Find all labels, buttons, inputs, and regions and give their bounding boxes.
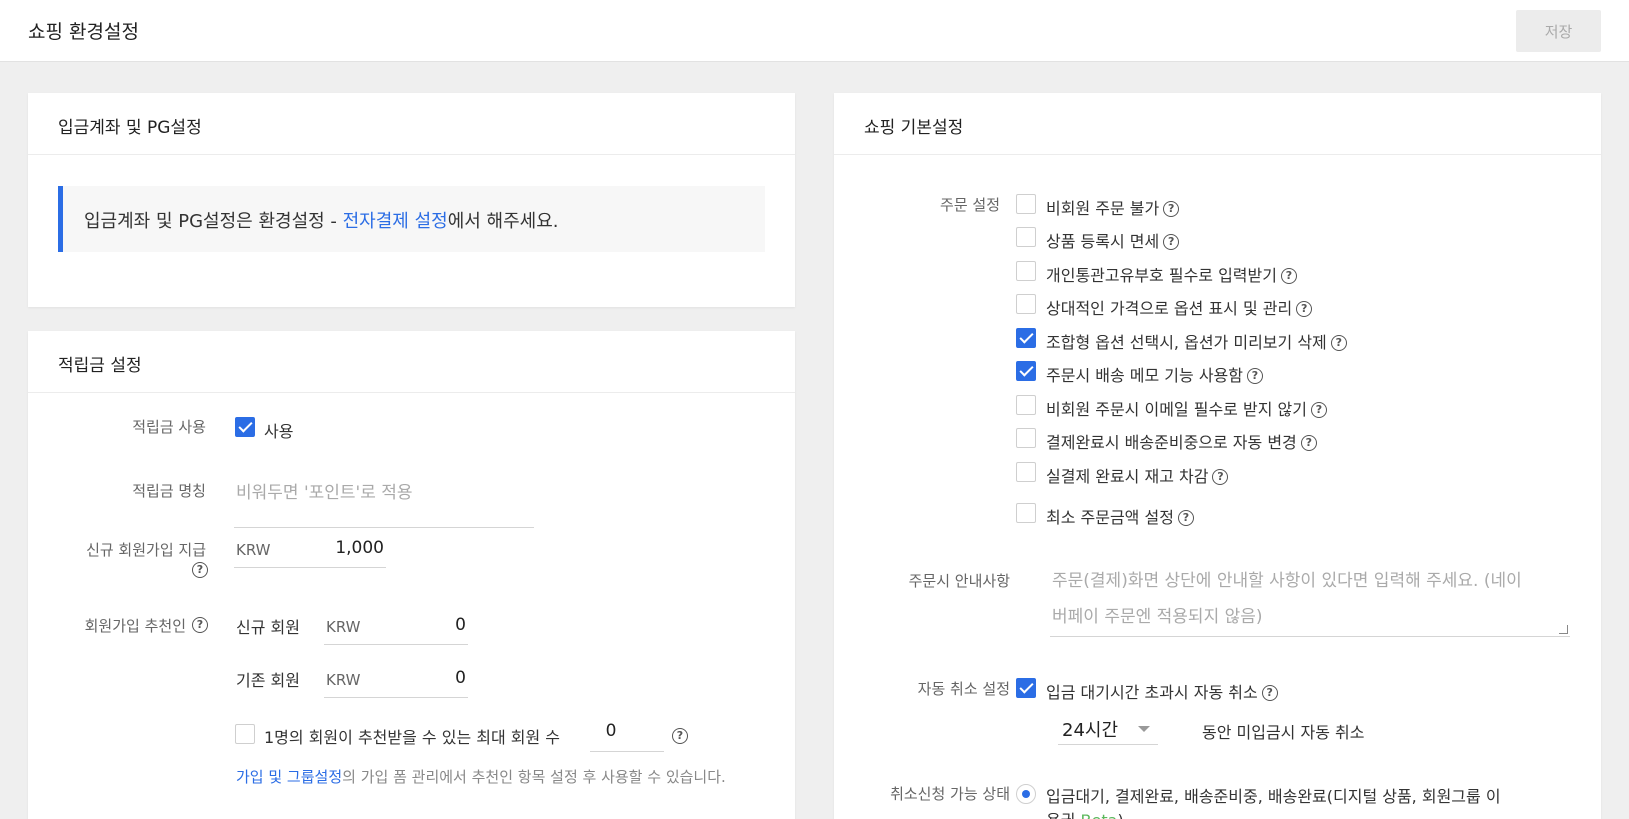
question-circle-icon[interactable]: ? <box>1246 367 1263 384</box>
order-option-label: 최소 주문금액 설정? <box>1046 504 1194 528</box>
point-name-input[interactable]: 비워두면 '포인트'로 적용 <box>236 478 413 503</box>
cancel-status-option-line1: 입금대기, 결제완료, 배송준비중, 배송완료(디지털 상품, 회원그룹 이 <box>1046 787 1501 806</box>
max-referral-checkbox[interactable] <box>235 724 255 744</box>
auto-cancel-suffix: 동안 미입금시 자동 취소 <box>1202 723 1365 742</box>
order-notice-label: 주문시 안내사항 <box>908 572 1010 590</box>
question-circle-icon[interactable]: ? <box>1163 233 1180 250</box>
point-use-checkbox[interactable] <box>235 417 255 437</box>
pg-settings-card: 입금계좌 및 PG설정 입금계좌 및 PG설정은 환경설정 - 전자결제 설정에… <box>28 93 795 307</box>
order-option-checkbox[interactable] <box>1016 294 1036 314</box>
max-referral-help[interactable]: ? <box>668 727 688 745</box>
signup-help[interactable]: ? <box>188 561 208 579</box>
signup-bonus-input[interactable]: 1,000 <box>298 538 384 558</box>
existing-member-input[interactable]: 0 <box>398 668 466 688</box>
order-notice-placeholder-line2: 버페이 주문엔 적용되지 않음) <box>1052 607 1263 627</box>
order-option-label: 실결제 완료시 재고 차감? <box>1046 463 1229 487</box>
order-option-checkbox[interactable] <box>1016 227 1036 247</box>
resize-grip-icon[interactable] <box>1559 625 1568 634</box>
pg-notice: 입금계좌 및 PG설정은 환경설정 - 전자결제 설정에서 해주세요. <box>58 186 765 252</box>
cancel-status-option-line2: 용권 Beta) <box>1046 807 1124 819</box>
referral-footer: 가입 및 그룹설정의 가입 폼 관리에서 추천인 항목 설정 후 사용할 수 있… <box>236 766 726 787</box>
caret-down-icon <box>1138 726 1150 732</box>
save-button[interactable]: 저장 <box>1516 10 1601 52</box>
order-notice-placeholder-line1: 주문(결제)화면 상단에 안내할 사항이 있다면 입력해 주세요. (네이 <box>1052 571 1522 591</box>
order-option-label: 개인통관고유부호 필수로 입력받기? <box>1046 262 1297 286</box>
question-circle-icon[interactable]: ? <box>1300 434 1317 451</box>
auto-cancel-label: 자동 취소 설정 <box>917 680 1010 698</box>
order-option-checkbox[interactable] <box>1016 503 1036 523</box>
question-circle-icon[interactable]: ? <box>672 727 688 744</box>
new-member-input[interactable]: 0 <box>398 615 466 635</box>
order-option-checkbox[interactable] <box>1016 361 1036 381</box>
page-title: 쇼핑 환경설정 <box>28 21 139 43</box>
join-group-settings-link[interactable]: 가입 및 그룹설정 <box>236 768 342 786</box>
new-member-label: 신규 회원 <box>236 618 300 637</box>
existing-member-unit: KRW <box>326 671 361 689</box>
referral-footer-text: 의 가입 폼 관리에서 추천인 항목 설정 후 사용할 수 있습니다. <box>342 768 726 786</box>
shop-card-title: 쇼핑 기본설정 <box>834 93 1601 155</box>
order-option-label: 주문시 배송 메모 기능 사용함? <box>1046 362 1263 386</box>
point-name-underline <box>234 527 534 528</box>
order-option-label: 결제완료시 배송준비중으로 자동 변경? <box>1046 429 1317 453</box>
shop-settings-card: 쇼핑 기본설정 주문 설정 비회원 주문 불가? 상품 등록시 면세? 개인통관… <box>834 93 1601 819</box>
question-circle-icon[interactable]: ? <box>1330 334 1347 351</box>
pg-card-title: 입금계좌 및 PG설정 <box>28 93 795 155</box>
question-circle-icon[interactable]: ? <box>1212 468 1229 485</box>
order-option-label: 비회원 주문 불가? <box>1046 195 1180 219</box>
existing-member-underline <box>324 697 468 698</box>
signup-underline <box>234 567 386 568</box>
question-circle-icon[interactable]: ? <box>192 561 208 578</box>
order-option-label: 상품 등록시 면세? <box>1046 228 1180 252</box>
order-option-checkbox[interactable] <box>1016 428 1036 448</box>
point-name-label: 적립금 명칭 <box>132 482 206 500</box>
auto-cancel-option-label: 입금 대기시간 초과시 자동 취소? <box>1046 679 1278 703</box>
referrer-help[interactable]: ? <box>188 616 208 634</box>
order-option-label: 조합형 옵션 선택시, 옵션가 미리보기 삭제? <box>1046 329 1347 353</box>
question-circle-icon[interactable]: ? <box>1280 267 1297 284</box>
signup-bonus-label: 신규 회원가입 지급 <box>86 541 206 559</box>
beta-badge: Beta <box>1081 811 1118 819</box>
order-option-label: 비회원 주문시 이메일 필수로 받지 않기? <box>1046 396 1327 420</box>
question-circle-icon[interactable]: ? <box>1177 509 1194 526</box>
signup-unit: KRW <box>236 541 271 559</box>
max-referral-label: 1명의 회원이 추천받을 수 있는 최대 회원 수 <box>264 728 561 747</box>
new-member-underline <box>324 644 468 645</box>
referrer-label: 회원가입 추천인 <box>84 617 186 635</box>
point-use-label: 적립금 사용 <box>132 418 206 436</box>
payment-settings-link[interactable]: 전자결제 설정 <box>343 211 448 232</box>
max-referral-underline <box>590 751 664 752</box>
order-option-checkbox[interactable] <box>1016 395 1036 415</box>
auto-cancel-hours-value: 24시간 <box>1062 720 1119 741</box>
order-notice-textarea[interactable]: 주문(결제)화면 상단에 안내할 사항이 있다면 입력해 주세요. (네이 버페… <box>1050 563 1570 637</box>
order-option-label: 상대적인 가격으로 옵션 표시 및 관리? <box>1046 295 1313 319</box>
question-circle-icon[interactable]: ? <box>1296 300 1313 317</box>
max-referral-input[interactable]: 0 <box>588 721 634 741</box>
order-option-checkbox[interactable] <box>1016 328 1036 348</box>
order-option-checkbox[interactable] <box>1016 462 1036 482</box>
pg-notice-suffix: 에서 해주세요. <box>447 211 559 232</box>
order-option-checkbox[interactable] <box>1016 261 1036 281</box>
cancel-status-radio[interactable] <box>1016 784 1036 804</box>
auto-cancel-checkbox[interactable] <box>1016 678 1036 698</box>
cancel-status-label: 취소신청 가능 상태 <box>890 785 1010 803</box>
top-bar: 쇼핑 환경설정 저장 <box>0 0 1629 62</box>
question-circle-icon[interactable]: ? <box>192 616 208 633</box>
pg-notice-prefix: 입금계좌 및 PG설정은 환경설정 - <box>84 211 343 232</box>
question-circle-icon[interactable]: ? <box>1261 684 1278 701</box>
order-settings-label: 주문 설정 <box>940 196 1000 214</box>
point-card-title: 적립금 설정 <box>28 331 795 393</box>
new-member-unit: KRW <box>326 618 361 636</box>
order-option-checkbox[interactable] <box>1016 194 1036 214</box>
existing-member-label: 기존 회원 <box>236 671 300 690</box>
auto-cancel-hours-select[interactable]: 24시간 <box>1058 713 1158 745</box>
question-circle-icon[interactable]: ? <box>1163 200 1180 217</box>
question-circle-icon[interactable]: ? <box>1310 401 1327 418</box>
point-use-checkbox-label: 사용 <box>264 422 294 441</box>
point-settings-card: 적립금 설정 적립금 사용 사용 적립금 명칭 비워두면 '포인트'로 적용 신… <box>28 331 795 819</box>
